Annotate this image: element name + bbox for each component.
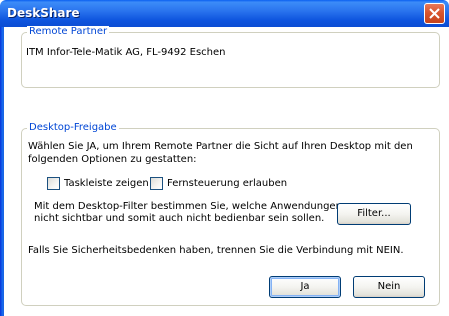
remote-partner-name: ITM Infor-Tele-Matik AG, FL-9492 Eschen <box>26 47 226 58</box>
desktop-share-group-title: Desktop-Freigabe <box>27 122 119 134</box>
remote-partner-group-title: Remote Partner <box>27 26 110 38</box>
filter-button[interactable]: Filter... <box>337 203 411 225</box>
remote-partner-group: Remote Partner ITM Infor-Tele-Matik AG, … <box>21 26 440 88</box>
intro-text-line1: Wählen Sie JA, um Ihrem Remote Partner d… <box>28 141 413 152</box>
remote-control-checkbox-label[interactable]: Fernsteuerung erlauben <box>167 177 287 190</box>
filter-text-line1: Mit dem Desktop-Filter bestimmen Sie, we… <box>34 201 342 212</box>
close-button[interactable] <box>424 3 445 24</box>
taskbar-checkbox-row[interactable]: Taskleiste zeigen <box>47 177 157 190</box>
title-bar[interactable]: DeskShare <box>0 0 449 27</box>
taskbar-checkbox-label[interactable]: Taskleiste zeigen <box>64 177 149 190</box>
desktop-share-group: Desktop-Freigabe Wählen Sie JA, um Ihrem… <box>21 122 440 306</box>
remote-control-checkbox-row[interactable]: Fernsteuerung erlauben <box>150 177 287 190</box>
filter-text-line2: nicht sichtbar und somit auch nicht bedi… <box>34 213 325 224</box>
security-note: Falls Sie Sicherheitsbedenken haben, tre… <box>28 245 404 256</box>
remote-control-checkbox[interactable] <box>150 177 163 190</box>
yes-button[interactable]: Ja <box>269 276 341 298</box>
window-frame-left <box>0 27 4 316</box>
yes-button-label: Ja <box>300 281 310 292</box>
close-icon <box>429 8 440 19</box>
taskbar-checkbox[interactable] <box>47 177 60 190</box>
window-title: DeskShare <box>7 6 80 20</box>
intro-text-line2: folgenden Optionen zu gestatten: <box>28 154 197 165</box>
no-button[interactable]: Nein <box>353 276 425 298</box>
no-button-label: Nein <box>377 281 401 292</box>
deskshare-window: DeskShare Remote Partner ITM Infor-Tele-… <box>0 0 449 316</box>
filter-button-label: Filter... <box>357 208 391 219</box>
